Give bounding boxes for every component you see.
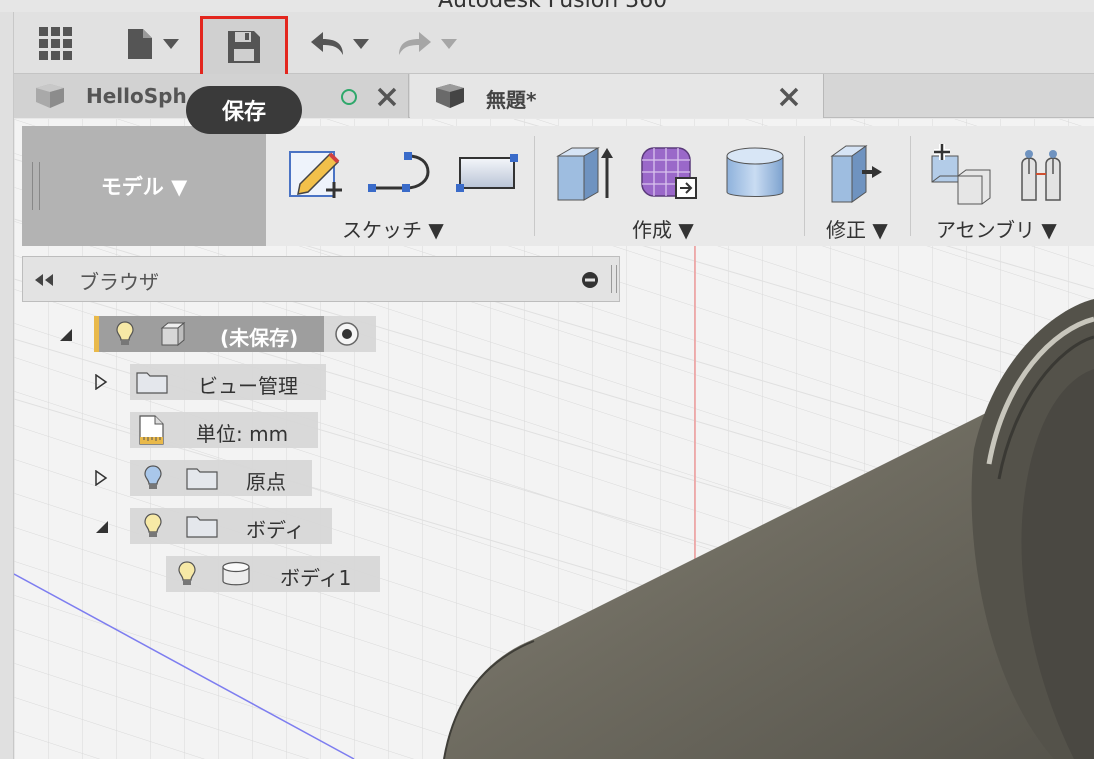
form-icon <box>641 147 697 199</box>
file-menu-button[interactable] <box>120 24 186 64</box>
sketch-group-label[interactable]: スケッチ ▼ <box>342 214 444 243</box>
new-component-icon <box>931 144 991 205</box>
tree-item-label: ビュー管理 <box>198 374 298 398</box>
extrude-icon <box>556 147 613 201</box>
tree-item-named-views[interactable]: ビュー管理 <box>130 364 326 400</box>
collapse-panel-icon[interactable] <box>33 273 55 287</box>
folder-icon <box>186 516 218 538</box>
expand-triangle-icon[interactable] <box>94 470 108 486</box>
tree-item-label: 単位: mm <box>196 422 289 446</box>
group-divider <box>804 136 805 236</box>
component-icon <box>160 322 186 346</box>
browser-panel-header: ブラウザ <box>22 256 620 302</box>
tree-item-origin[interactable]: 原点 <box>130 460 312 496</box>
tree-item-body1[interactable]: ボディ1 <box>166 556 380 592</box>
undo-icon <box>311 32 343 55</box>
component-icon <box>36 84 64 108</box>
new-component-button[interactable] <box>928 142 994 206</box>
tree-item-root[interactable]: (未保存) <box>94 316 376 352</box>
chevron-down-icon <box>163 39 179 49</box>
cylinder-button[interactable] <box>724 144 786 204</box>
rectangle-tool-button[interactable] <box>454 152 520 194</box>
press-pull-button[interactable] <box>824 142 886 204</box>
chevron-down-icon <box>441 39 457 49</box>
expand-triangle-icon[interactable] <box>94 520 110 534</box>
undo-button[interactable] <box>304 24 376 64</box>
group-divider <box>534 136 535 236</box>
create-group-label[interactable]: 作成 ▼ <box>632 214 694 243</box>
redo-button[interactable] <box>392 24 464 64</box>
document-tab-bar: HelloSph 無題* <box>14 74 1094 118</box>
window-titlebar: Autodesk Fusion 360 <box>0 0 1094 12</box>
component-icon <box>436 84 464 108</box>
tab-label: 無題* <box>486 88 537 112</box>
form-button[interactable] <box>638 142 700 204</box>
tree-item-label: (未保存) <box>220 326 299 350</box>
lightbulb-icon[interactable] <box>178 561 196 587</box>
minimize-panel-icon[interactable] <box>581 271 599 289</box>
window-title: Autodesk Fusion 360 <box>438 0 667 12</box>
save-icon <box>228 31 260 63</box>
tree-item-bodies[interactable]: ボディ <box>130 508 332 544</box>
sketch-icon <box>289 151 342 198</box>
save-button[interactable] <box>200 16 288 79</box>
tree-item-label: 原点 <box>246 470 286 494</box>
joint-icon <box>1021 150 1061 201</box>
folder-icon <box>186 468 218 490</box>
create-sketch-button[interactable] <box>286 144 346 204</box>
workspace-selector[interactable]: モデル ▼ <box>22 126 266 246</box>
tab-label: HelloSph <box>86 84 187 108</box>
tree-item-label: ボディ1 <box>280 566 352 590</box>
press-pull-icon <box>830 145 882 203</box>
body-icon <box>222 561 250 586</box>
units-document-icon <box>139 415 164 445</box>
tab-untitled[interactable]: 無題* <box>410 74 824 118</box>
data-panel-button[interactable] <box>36 24 76 64</box>
cylinder-icon <box>726 147 784 197</box>
joint-button[interactable] <box>1016 144 1076 206</box>
toolbar-ribbon: モデル ▼ スケッチ ▼ 作成 ▼ 修正 ▼ アセンブリ ▼ <box>22 126 1094 246</box>
folder-icon <box>136 372 168 394</box>
file-icon <box>128 29 152 59</box>
grid-icon <box>39 27 72 60</box>
quick-access-toolbar <box>14 12 1094 74</box>
lightbulb-icon[interactable] <box>144 465 162 491</box>
assemble-group-label[interactable]: アセンブリ ▼ <box>936 214 1057 243</box>
chevron-down-icon <box>353 39 369 49</box>
arc-tool-button[interactable] <box>368 148 434 198</box>
workspace-label: モデル ▼ <box>100 175 188 199</box>
browser-title: ブラウザ <box>79 270 159 294</box>
lightbulb-icon[interactable] <box>144 513 162 539</box>
rectangle-icon <box>456 154 518 192</box>
modify-group-label[interactable]: 修正 ▼ <box>826 214 888 243</box>
activate-radio-icon[interactable] <box>334 321 360 347</box>
extrude-button[interactable] <box>554 142 616 204</box>
close-icon[interactable] <box>778 86 800 108</box>
save-tooltip: 保存 <box>186 86 302 134</box>
window-left-edge <box>0 12 14 759</box>
lightbulb-icon[interactable] <box>116 321 134 347</box>
expand-triangle-icon[interactable] <box>94 374 108 390</box>
drag-handle[interactable] <box>32 162 40 210</box>
group-divider <box>910 136 911 236</box>
status-circle-icon <box>341 89 357 105</box>
redo-icon <box>399 32 431 55</box>
panel-resize-handle[interactable] <box>611 265 617 293</box>
tree-item-label: ボディ <box>246 518 305 542</box>
expand-triangle-icon[interactable] <box>58 328 74 342</box>
close-icon[interactable] <box>376 86 398 108</box>
arc-icon <box>368 152 430 192</box>
tree-item-units[interactable]: 単位: mm <box>130 412 318 448</box>
